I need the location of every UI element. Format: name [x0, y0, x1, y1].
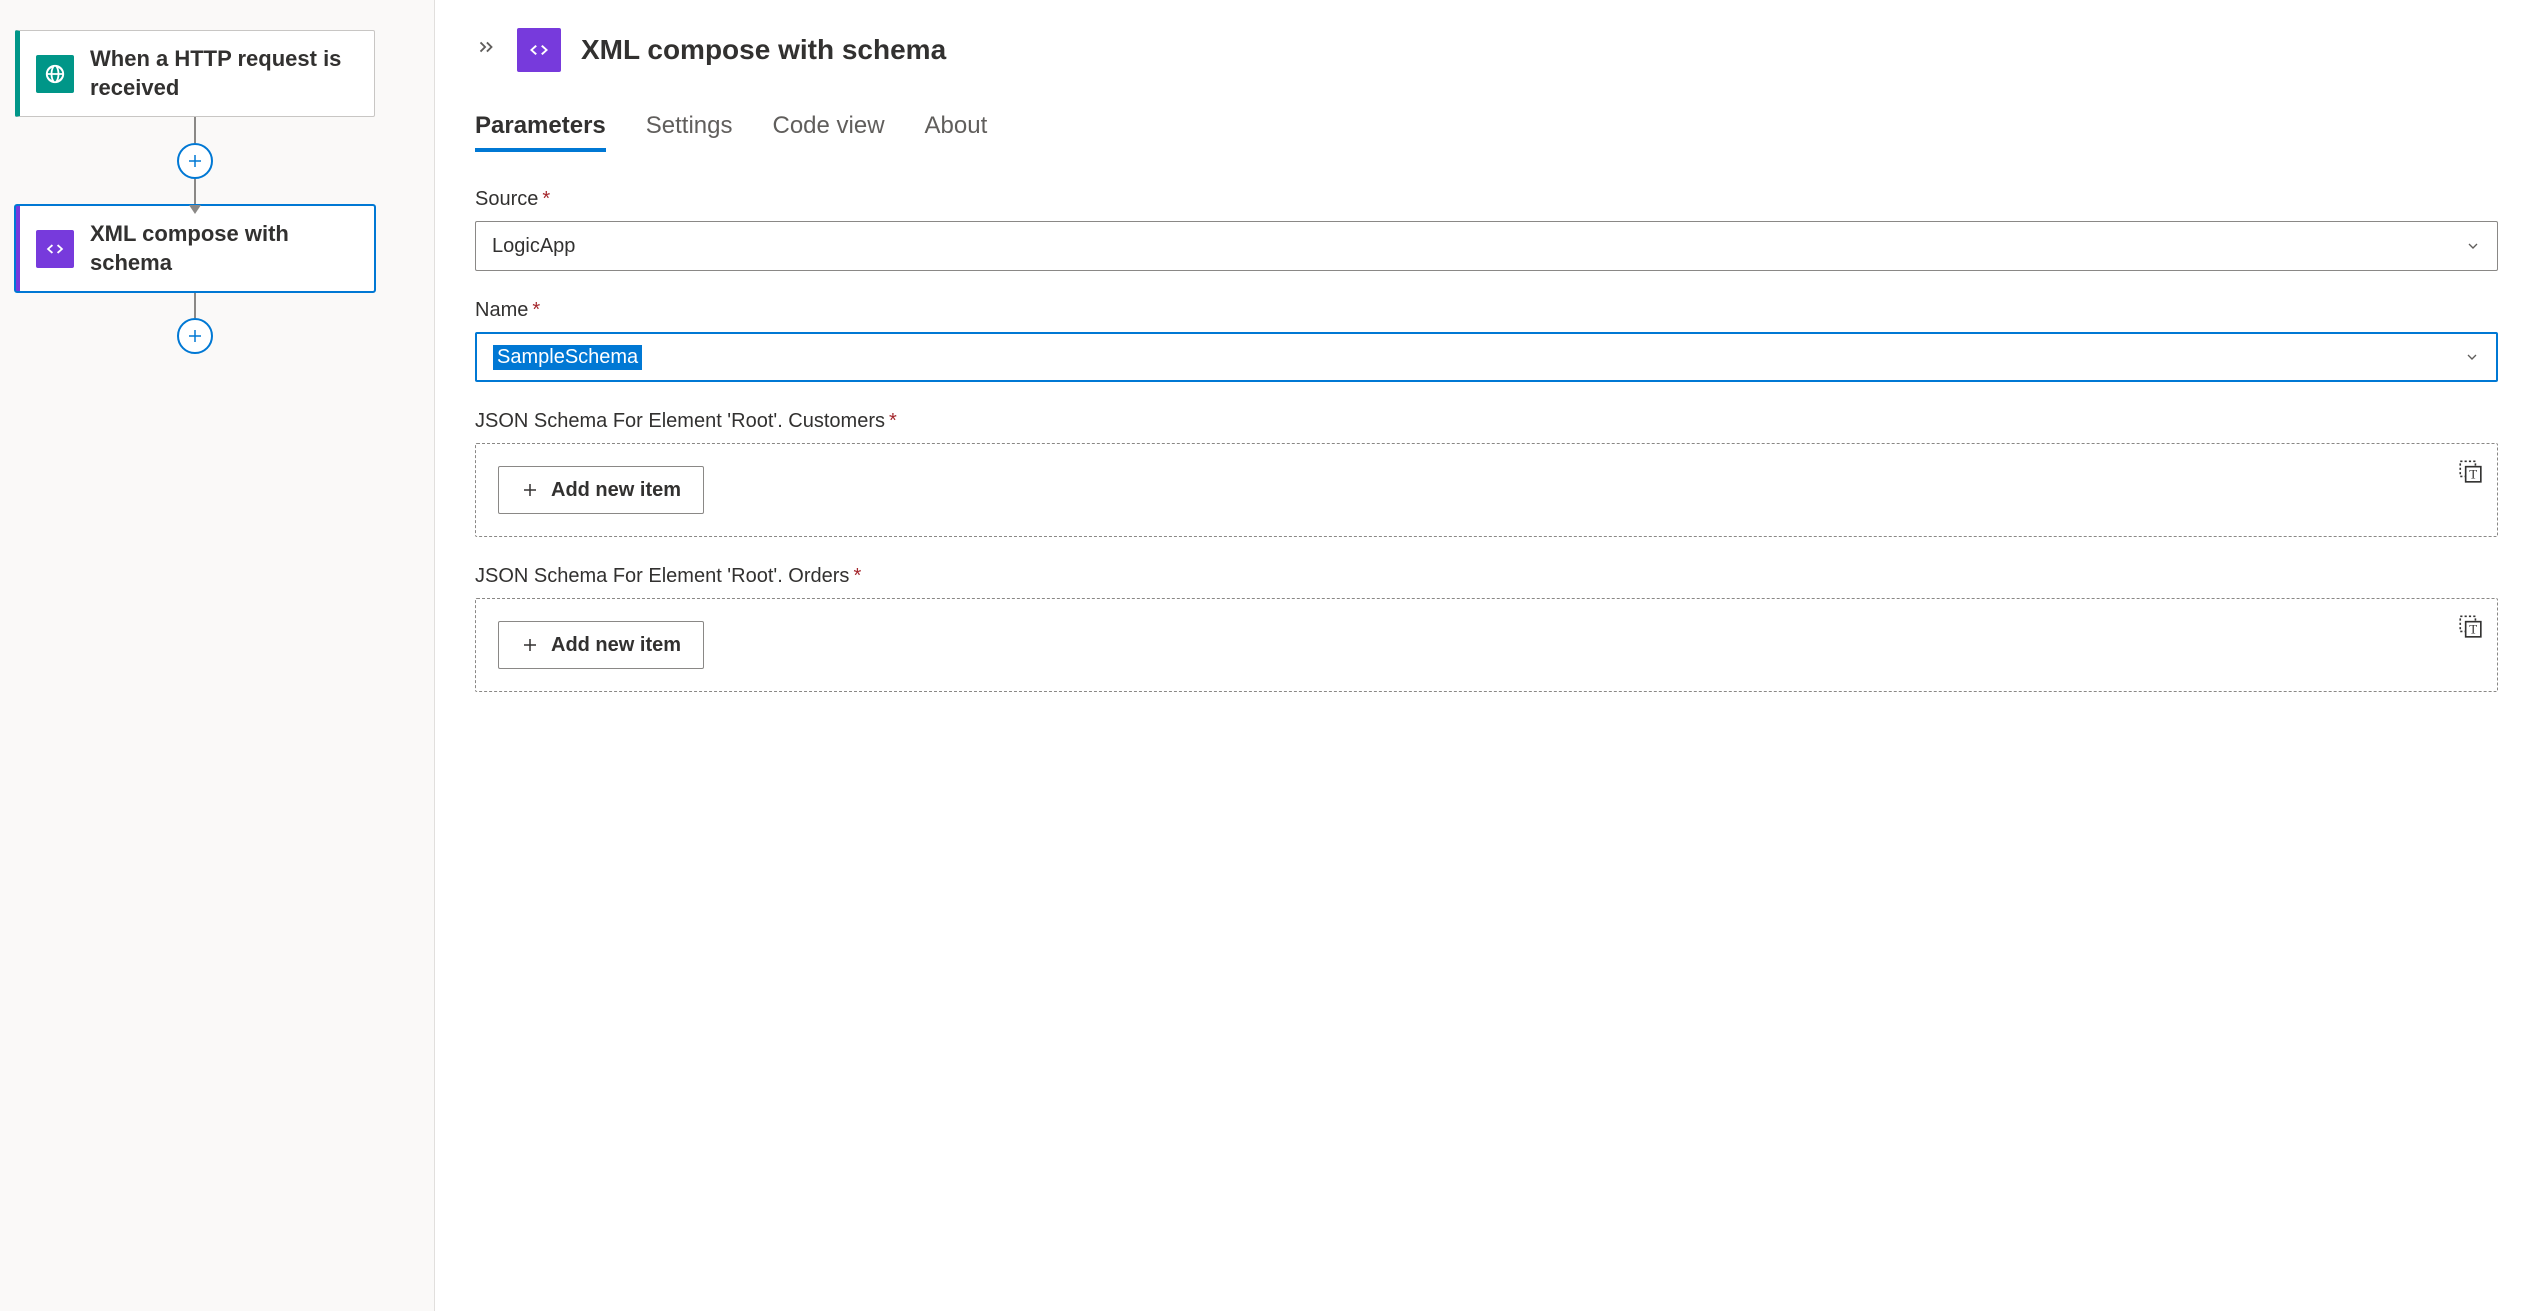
- chevron-down-icon: [2464, 349, 2480, 365]
- trigger-node-title: When a HTTP request is received: [90, 45, 358, 102]
- tab-parameters[interactable]: Parameters: [475, 112, 606, 152]
- add-step-button[interactable]: [177, 143, 213, 179]
- code-brackets-icon: [36, 230, 74, 268]
- globe-icon: [36, 55, 74, 93]
- tab-about[interactable]: About: [925, 112, 988, 152]
- designer-canvas: When a HTTP request is received XML comp…: [0, 0, 435, 1311]
- field-customers: JSON Schema For Element 'Root'. Customer…: [475, 410, 2498, 537]
- source-select[interactable]: LogicApp: [475, 221, 2498, 271]
- chevron-down-icon: [2465, 238, 2481, 254]
- details-title: XML compose with schema: [581, 34, 946, 66]
- trigger-node-http-request[interactable]: When a HTTP request is received: [15, 30, 375, 117]
- code-brackets-icon: [517, 28, 561, 72]
- svg-text:T: T: [2469, 467, 2477, 482]
- add-order-item-button[interactable]: Add new item: [498, 621, 704, 669]
- details-header: XML compose with schema: [475, 28, 2498, 72]
- field-label-customers: JSON Schema For Element 'Root'. Customer…: [475, 410, 2498, 433]
- connector-end: [15, 292, 375, 354]
- required-marker: *: [853, 565, 861, 587]
- add-customer-item-button[interactable]: Add new item: [498, 466, 704, 514]
- details-panel: XML compose with schema Parameters Setti…: [435, 0, 2538, 1311]
- field-label-name: Name*: [475, 299, 2498, 322]
- svg-text:T: T: [2469, 622, 2477, 637]
- tab-settings[interactable]: Settings: [646, 112, 733, 152]
- collapse-panel-icon[interactable]: [475, 36, 497, 64]
- required-marker: *: [889, 410, 897, 432]
- field-orders: JSON Schema For Element 'Root'. Orders* …: [475, 565, 2498, 692]
- action-node-title: XML compose with schema: [90, 220, 358, 277]
- switch-to-text-mode-icon[interactable]: T: [2457, 458, 2483, 484]
- action-node-xml-compose[interactable]: XML compose with schema: [15, 205, 375, 292]
- name-select[interactable]: SampleSchema: [475, 332, 2498, 382]
- add-step-button-end[interactable]: [177, 318, 213, 354]
- app-root: When a HTTP request is received XML comp…: [0, 0, 2538, 1311]
- field-label-source: Source*: [475, 188, 2498, 211]
- field-source: Source* LogicApp: [475, 188, 2498, 271]
- required-marker: *: [532, 299, 540, 321]
- tabs: Parameters Settings Code view About: [475, 112, 2498, 152]
- name-select-value: SampleSchema: [493, 345, 642, 370]
- required-marker: *: [542, 188, 550, 210]
- tab-code-view[interactable]: Code view: [772, 112, 884, 152]
- orders-array-box: Add new item T: [475, 598, 2498, 692]
- switch-to-text-mode-icon[interactable]: T: [2457, 613, 2483, 639]
- source-select-value: LogicApp: [492, 235, 575, 258]
- field-label-orders: JSON Schema For Element 'Root'. Orders*: [475, 565, 2498, 588]
- field-name: Name* SampleSchema: [475, 299, 2498, 382]
- connector: [15, 117, 375, 205]
- customers-array-box: Add new item T: [475, 443, 2498, 537]
